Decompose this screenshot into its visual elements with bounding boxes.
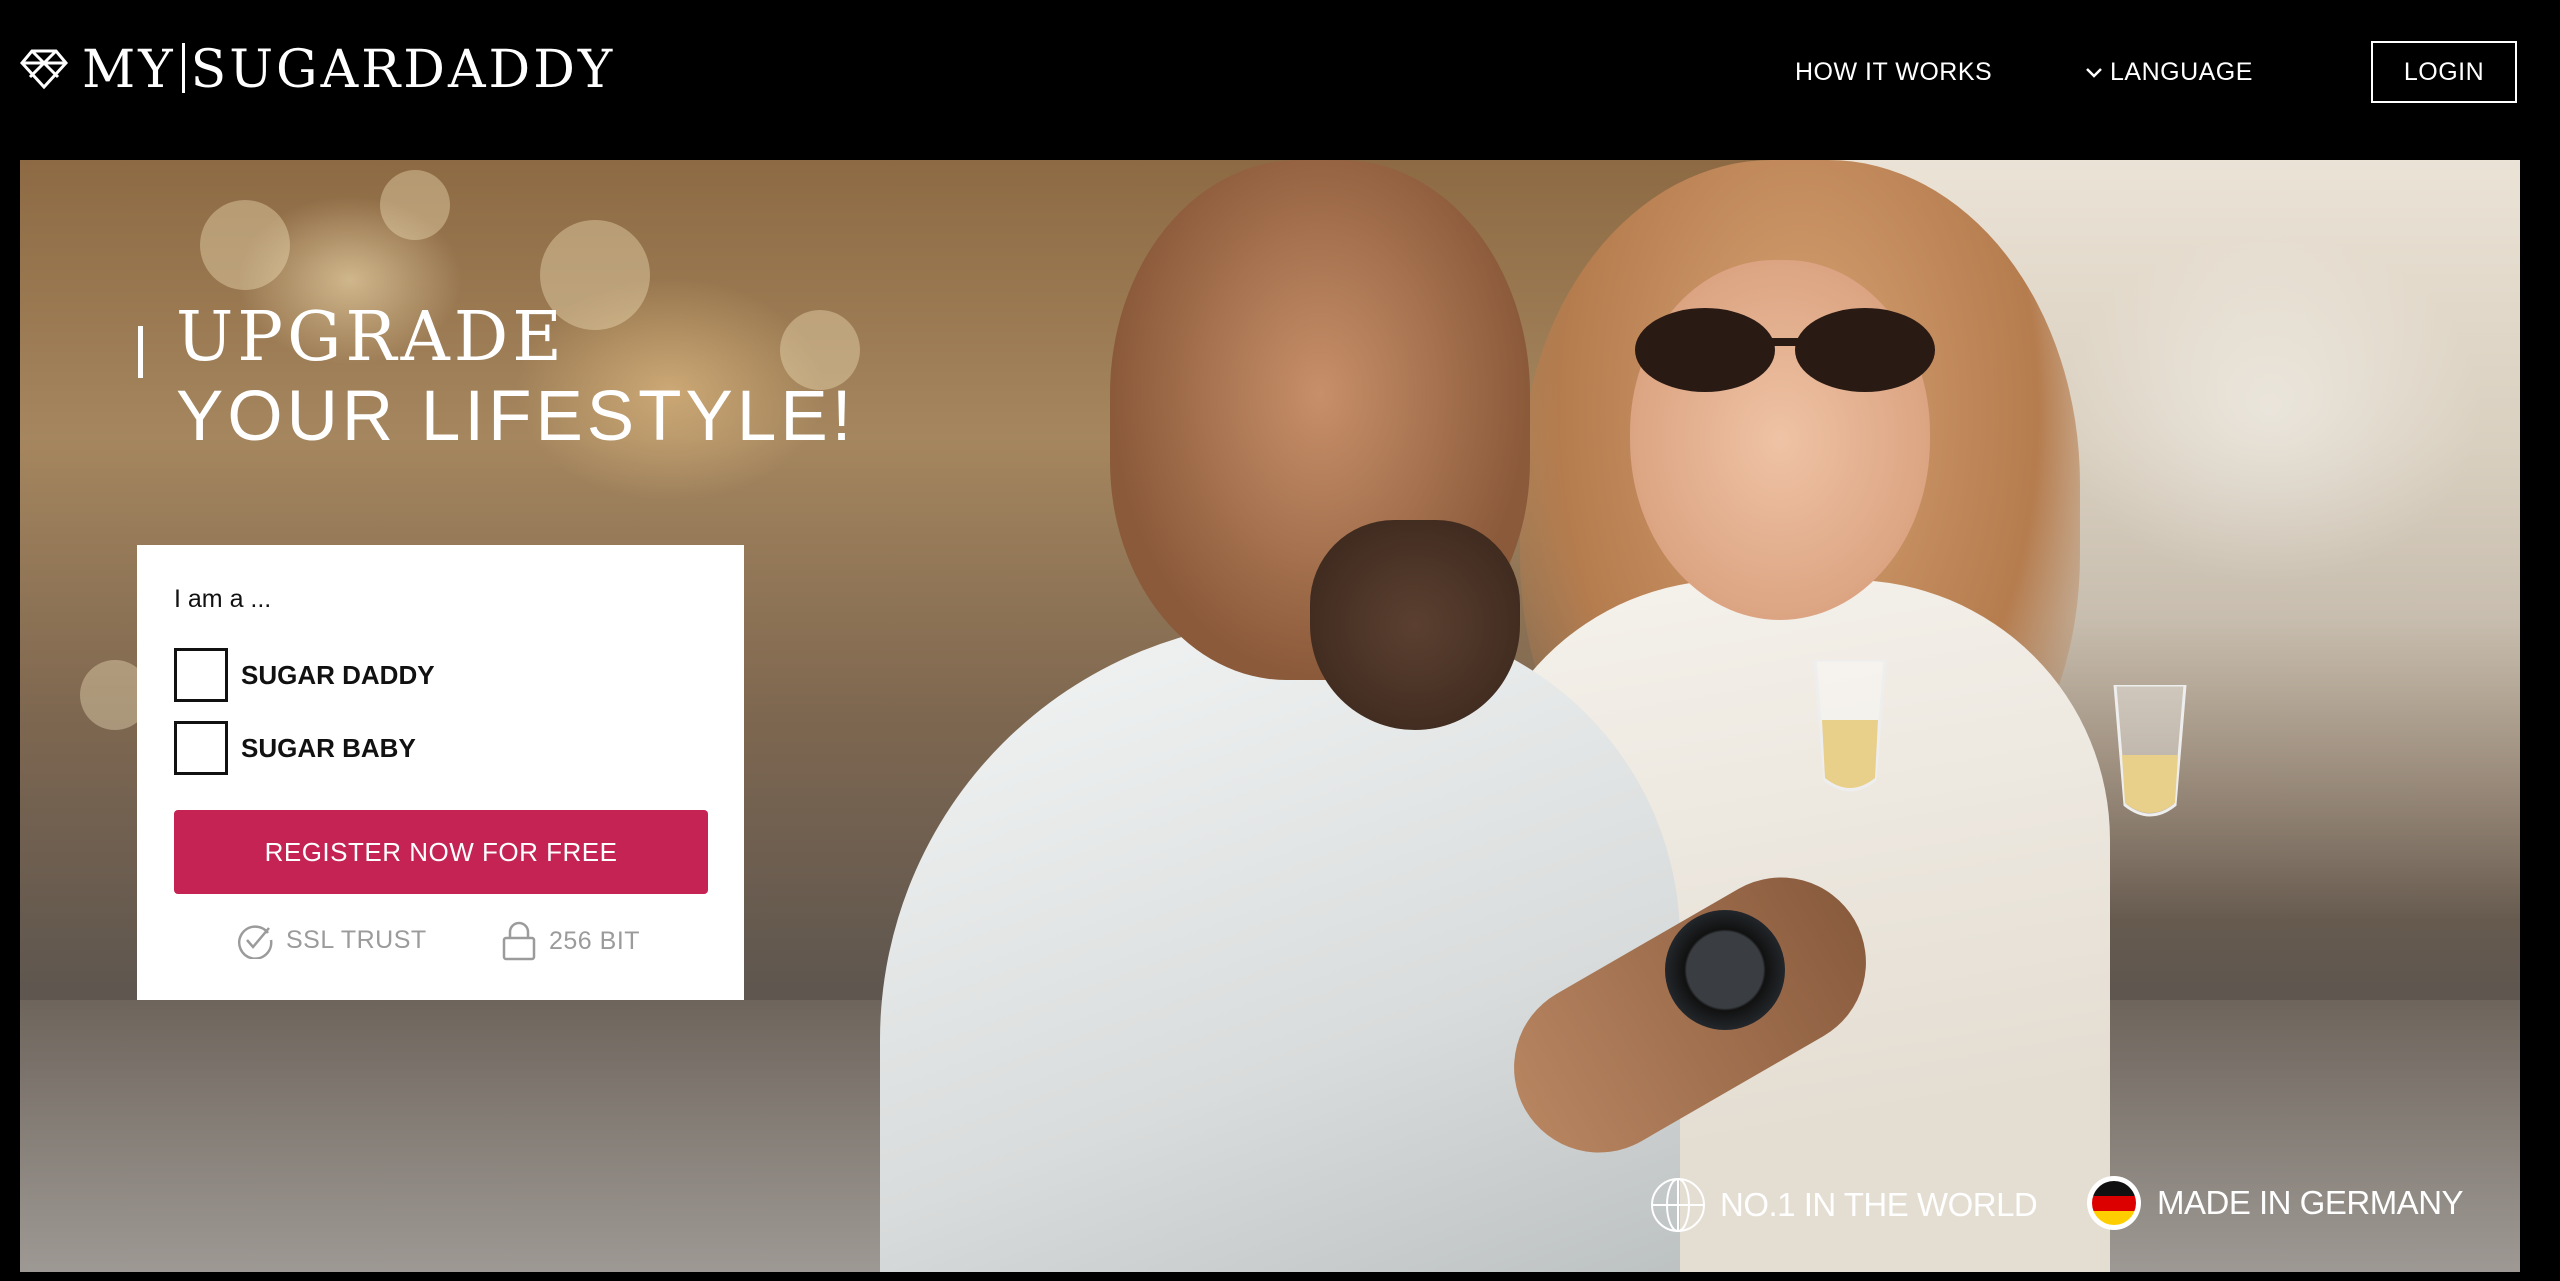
role-label-sugar-baby[interactable]: SUGAR BABY (241, 733, 416, 764)
lock-icon (502, 921, 536, 961)
role-option-sugar-baby[interactable]: SUGAR BABY (174, 721, 416, 775)
site-header: MY SUGARDADDY HOW IT WORKS LANGUAGE LOGIN (0, 0, 2560, 158)
hero-photo-man-beard (1310, 520, 1520, 730)
login-button[interactable]: LOGIN (2371, 41, 2517, 103)
world-badge-label: NO.1 IN THE WORLD (1720, 1186, 2038, 1223)
ssl-trust-label: SSL TRUST (286, 925, 427, 954)
role-prompt: I am a ... (174, 585, 272, 613)
nav-language-label: LANGUAGE (2110, 58, 2253, 86)
logo-diamond-icon (20, 49, 68, 90)
hero-photo-champagne-glass (1813, 660, 1887, 792)
role-option-sugar-daddy[interactable]: SUGAR DADDY (174, 648, 435, 702)
headline-accent-bar (138, 326, 143, 378)
chevron-down-icon (2086, 67, 2102, 78)
hero-photo-watch (1665, 910, 1785, 1030)
role-checkbox-sugar-baby[interactable] (174, 721, 228, 775)
check-circle-icon (237, 925, 273, 959)
headline-line-2: YOUR LIFESTYLE! (176, 377, 856, 456)
encryption-label: 256 BIT (549, 926, 641, 955)
encryption-badge: 256 BIT (501, 921, 640, 961)
registration-card: I am a ... SUGAR DADDY SUGAR BABY REGIST… (137, 545, 744, 1000)
role-label-sugar-daddy[interactable]: SUGAR DADDY (241, 660, 435, 691)
nav-how-it-works[interactable]: HOW IT WORKS (1795, 58, 1992, 87)
germany-flag-icon (2087, 1176, 2141, 1230)
logo-text-right: SUGARDADDY (190, 39, 616, 100)
headline-line-1: UPGRADE (176, 298, 566, 377)
hero-section: UPGRADE YOUR LIFESTYLE! I am a ... SUGAR… (20, 160, 2520, 1272)
logo-separator (181, 42, 185, 93)
logo-text-left: MY (82, 39, 176, 100)
hero-photo-man-shirt (880, 620, 1680, 1272)
hero-photo-sunglasses (1635, 308, 1935, 392)
hero-photo-bokeh (380, 170, 450, 240)
ssl-trust-badge: SSL TRUST (236, 921, 427, 959)
site-logo[interactable]: MY SUGARDADDY (18, 38, 615, 100)
germany-badge-label: MADE IN GERMANY (2157, 1184, 2464, 1221)
logo-text: MY SUGARDADDY (82, 42, 615, 96)
globe-icon (1651, 1178, 1705, 1232)
role-checkbox-sugar-daddy[interactable] (174, 648, 228, 702)
hero-photo-champagne-glass (2113, 685, 2187, 817)
register-button[interactable]: REGISTER NOW FOR FREE (174, 810, 708, 894)
germany-badge: MADE IN GERMANY (2085, 1174, 2464, 1232)
world-badge: NO.1 IN THE WORLD (1650, 1177, 2038, 1233)
nav-language-dropdown[interactable]: LANGUAGE (2084, 58, 2253, 87)
hero-photo-bokeh (200, 200, 290, 290)
